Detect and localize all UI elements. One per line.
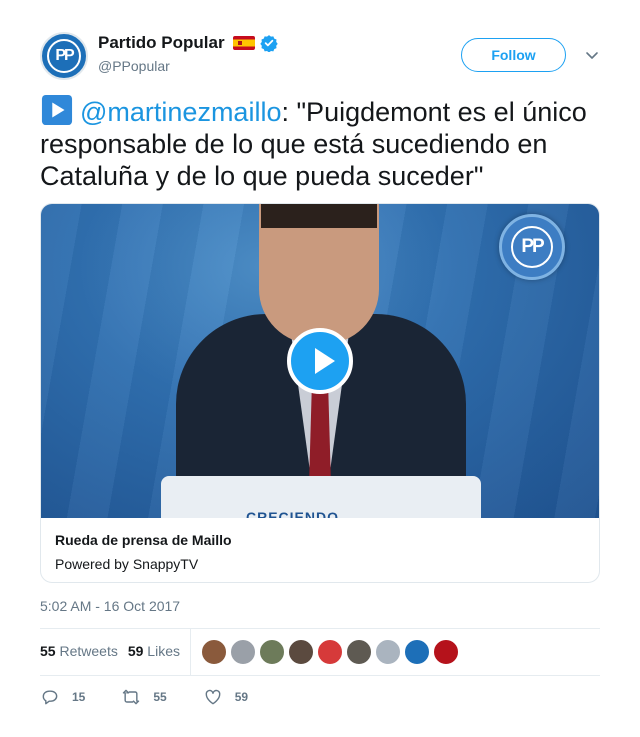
reply-icon — [42, 690, 58, 705]
chevron-down-icon[interactable] — [584, 47, 600, 63]
liker-avatar[interactable] — [317, 639, 343, 665]
liker-avatar[interactable] — [259, 639, 285, 665]
tweet-actions: 15 55 59 — [40, 687, 284, 707]
liker-avatar[interactable] — [288, 639, 314, 665]
retweets-count: 55 — [40, 643, 56, 659]
author-name-row[interactable]: Partido Popular — [98, 33, 278, 53]
heart-icon — [205, 689, 221, 705]
liker-avatar[interactable] — [201, 639, 227, 665]
verified-badge-icon — [259, 35, 278, 52]
stats-divider — [190, 629, 191, 675]
pp-logo: PP — [499, 214, 565, 280]
card-title[interactable]: Rueda de prensa de Maillo — [55, 532, 232, 548]
mention-link[interactable]: @martinezmaillo — [80, 97, 281, 127]
reply-count: 15 — [72, 690, 86, 704]
like-count: 59 — [234, 690, 249, 704]
tweet-text: @martinezmaillo: "Puigdemont es el único… — [40, 94, 605, 192]
reply-button[interactable]: 15 — [40, 687, 85, 707]
liker-avatar[interactable] — [230, 639, 256, 665]
liker-avatar[interactable] — [375, 639, 401, 665]
podium-text: CRECIENDO — [246, 509, 340, 518]
play-button-emoji-icon — [41, 94, 73, 126]
author-display-name[interactable]: Partido Popular — [98, 33, 225, 53]
spain-flag-icon — [232, 36, 255, 50]
retweets-label: Retweets — [59, 643, 118, 659]
avatar-logo-text: PP — [47, 39, 81, 73]
card-subtitle: Powered by SnappyTV — [55, 556, 199, 572]
likers-avatars — [201, 639, 462, 665]
liker-avatar[interactable] — [404, 639, 430, 665]
like-button[interactable]: 59 — [203, 687, 248, 707]
retweets-stat[interactable]: 55 Retweets — [40, 643, 118, 659]
likes-label: Likes — [147, 643, 180, 659]
author-avatar[interactable]: PP — [40, 32, 88, 80]
video-player[interactable]: PP CRECIENDO — [41, 204, 599, 518]
likes-count: 59 — [127, 643, 144, 659]
follow-button[interactable]: Follow — [461, 38, 566, 72]
divider — [40, 628, 600, 629]
divider — [40, 675, 600, 676]
liker-avatar[interactable] — [433, 639, 459, 665]
retweet-button[interactable]: 55 — [121, 687, 167, 707]
speaker-hair — [261, 204, 377, 228]
tweet-stats: 55 Retweets 59 Likes — [40, 643, 190, 659]
tweet-timestamp[interactable]: 5:02 AM - 16 Oct 2017 — [40, 598, 180, 614]
media-card[interactable]: PP CRECIENDO Rueda de prensa de Maillo P… — [40, 203, 600, 583]
retweet-count: 55 — [153, 690, 167, 704]
liker-avatar[interactable] — [346, 639, 372, 665]
likes-stat[interactable]: 59 Likes — [128, 643, 180, 659]
author-handle[interactable]: @PPopular — [98, 58, 170, 74]
pp-logo-text: PP — [511, 226, 553, 268]
play-icon[interactable] — [287, 328, 353, 394]
retweet-icon — [123, 689, 140, 705]
